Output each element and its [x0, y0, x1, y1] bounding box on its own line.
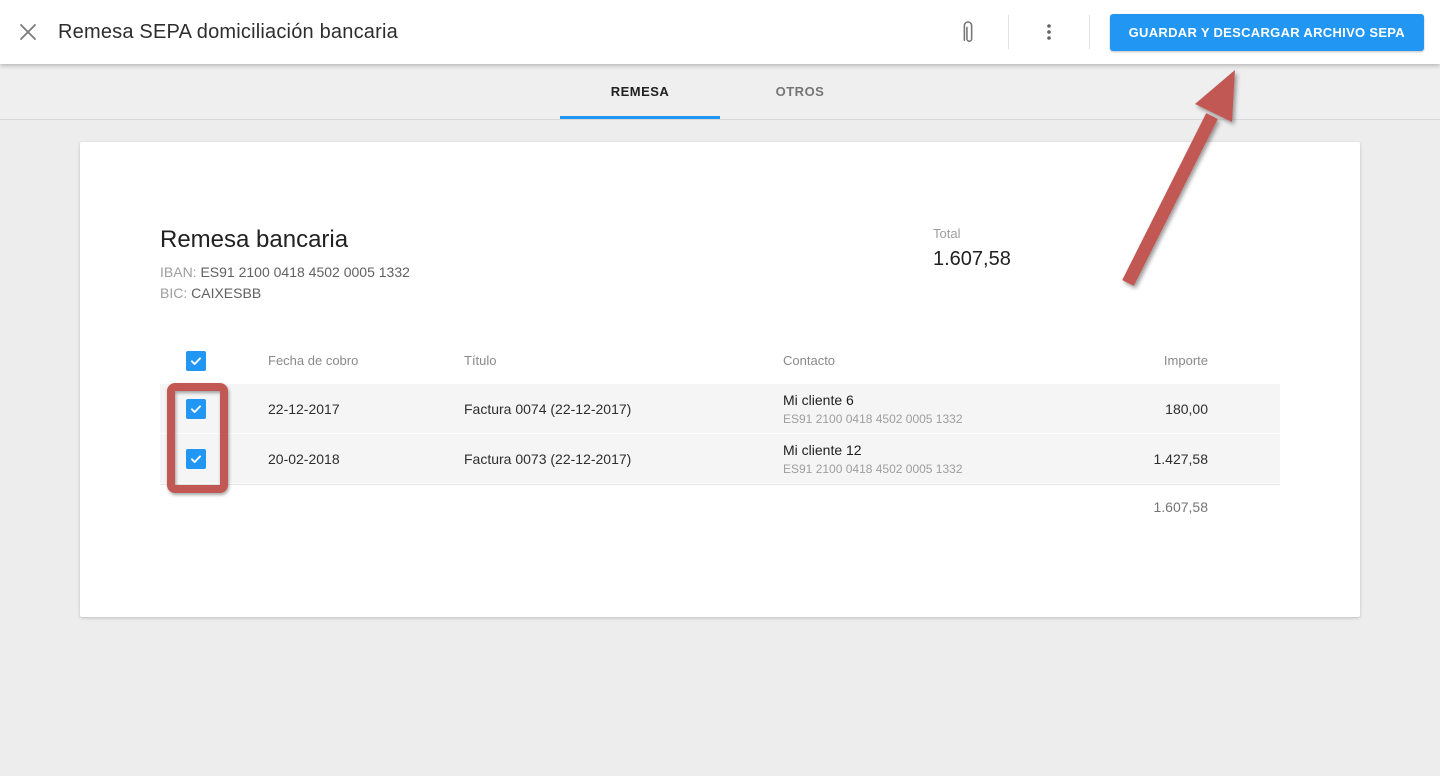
card-title: Remesa bancaria — [160, 226, 410, 254]
table-row: 22-12-2017 Factura 0074 (22-12-2017) Mi … — [160, 384, 1280, 434]
more-options-button[interactable] — [1029, 12, 1069, 52]
row-title: Factura 0074 (22-12-2017) — [464, 401, 783, 417]
header-check-cell — [160, 351, 268, 371]
iban-value: ES91 2100 0418 4502 0005 1332 — [200, 264, 409, 280]
row-date: 22-12-2017 — [268, 401, 464, 417]
table-total: 1.607,58 — [160, 499, 1280, 515]
bic-value: CAIXESBB — [191, 285, 261, 301]
total-label: Total — [933, 226, 1011, 241]
invoice-table: Fecha de cobro Título Contacto Importe 2… — [160, 337, 1280, 529]
content-area: Remesa bancaria IBAN: ES91 2100 0418 450… — [0, 120, 1440, 776]
titlebar-left: Remesa SEPA domiciliación bancaria — [0, 12, 398, 52]
table-footer-row: 1.607,58 — [160, 485, 1280, 529]
iban-line: IBAN: ES91 2100 0418 4502 0005 1332 — [160, 262, 410, 283]
titlebar-actions: GUARDAR Y DESCARGAR ARCHIVO SEPA — [948, 12, 1440, 52]
table-header-row: Fecha de cobro Título Contacto Importe — [160, 337, 1280, 384]
close-icon[interactable] — [8, 12, 48, 52]
select-all-checkbox[interactable] — [186, 351, 206, 371]
tab-remesa-label: REMESA — [611, 84, 670, 99]
save-download-sepa-button[interactable]: GUARDAR Y DESCARGAR ARCHIVO SEPA — [1110, 14, 1424, 51]
total-block: Total 1.607,58 — [933, 226, 1011, 271]
paperclip-icon — [958, 18, 978, 46]
iban-label: IBAN: — [160, 264, 197, 280]
titlebar: Remesa SEPA domiciliación bancaria GUARD… — [0, 0, 1440, 64]
toolbar-divider — [1008, 15, 1009, 49]
attachment-button[interactable] — [948, 12, 988, 52]
bank-info: Remesa bancaria IBAN: ES91 2100 0418 450… — [160, 226, 410, 304]
page-title: Remesa SEPA domiciliación bancaria — [58, 21, 398, 44]
tab-bar: REMESA OTROS — [0, 64, 1440, 120]
table-row: 20-02-2018 Factura 0073 (22-12-2017) Mi … — [160, 434, 1280, 484]
tab-otros[interactable]: OTROS — [720, 64, 880, 119]
total-value: 1.607,58 — [933, 248, 1011, 271]
col-header-title: Título — [464, 353, 783, 368]
row-contact-cell: Mi cliente 6 ES91 2100 0418 4502 0005 13… — [783, 391, 1100, 427]
row-checkbox[interactable] — [186, 449, 206, 469]
close-icon-glyph — [19, 23, 37, 41]
col-header-contact: Contacto — [783, 353, 1100, 368]
row-contact-iban: ES91 2100 0418 4502 0005 1332 — [783, 461, 1100, 477]
col-header-amount: Importe — [1100, 353, 1280, 368]
row-date: 20-02-2018 — [268, 451, 464, 467]
col-header-date: Fecha de cobro — [268, 353, 464, 368]
kebab-menu-icon — [1039, 22, 1059, 42]
row-amount: 1.427,58 — [1100, 451, 1280, 467]
row-contact-cell: Mi cliente 12 ES91 2100 0418 4502 0005 1… — [783, 441, 1100, 477]
row-check-cell — [160, 449, 268, 469]
check-icon — [189, 402, 203, 416]
bic-line: BIC: CAIXESBB — [160, 283, 410, 304]
row-contact-name: Mi cliente 12 — [783, 441, 1100, 459]
row-contact-name: Mi cliente 6 — [783, 391, 1100, 409]
bic-label: BIC: — [160, 285, 187, 301]
table-body: 22-12-2017 Factura 0074 (22-12-2017) Mi … — [160, 384, 1280, 485]
remittance-card: Remesa bancaria IBAN: ES91 2100 0418 450… — [80, 142, 1360, 617]
row-contact-iban: ES91 2100 0418 4502 0005 1332 — [783, 411, 1100, 427]
tab-otros-label: OTROS — [776, 84, 825, 99]
check-icon — [189, 354, 203, 368]
toolbar-divider — [1089, 15, 1090, 49]
row-amount: 180,00 — [1100, 401, 1280, 417]
check-icon — [189, 452, 203, 466]
row-check-cell — [160, 399, 268, 419]
row-title: Factura 0073 (22-12-2017) — [464, 451, 783, 467]
tab-remesa[interactable]: REMESA — [560, 64, 720, 119]
row-checkbox[interactable] — [186, 399, 206, 419]
